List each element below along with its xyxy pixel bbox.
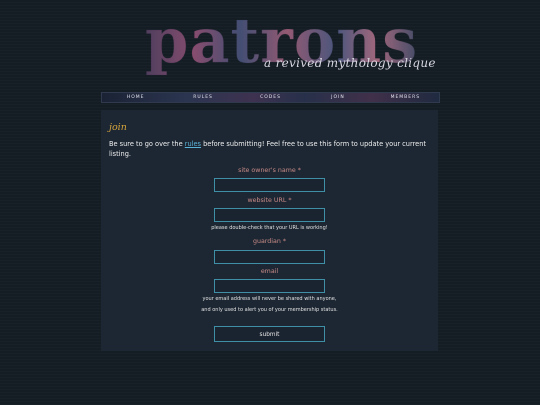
owner-name-input[interactable] — [214, 178, 325, 192]
website-url-input[interactable] — [214, 208, 325, 222]
nav-item-codes[interactable]: codes — [237, 93, 304, 102]
guardian-label-text: guardian — [252, 238, 281, 245]
email-input[interactable] — [214, 279, 325, 293]
intro-before: Be sure to go over the — [109, 140, 185, 148]
main-nav: home rules codes join members — [101, 92, 440, 103]
email-hint-line2: and only used to alert you of your membe… — [201, 307, 338, 313]
nav-item-join[interactable]: join — [304, 93, 371, 102]
nav-item-rules[interactable]: rules — [169, 93, 236, 102]
intro-text: Be sure to go over the rules before subm… — [109, 140, 434, 159]
required-mark: * — [282, 238, 287, 245]
page-title: join — [109, 122, 127, 133]
owner-name-label-text: site owner's name — [238, 167, 296, 174]
guardian-label: guardian * — [101, 238, 438, 245]
required-mark: * — [288, 197, 292, 204]
join-panel: join Be sure to go over the rules before… — [101, 110, 438, 351]
website-url-label-text: website URL — [247, 197, 287, 204]
owner-name-label: site owner's name * — [101, 167, 438, 174]
required-mark: * — [297, 167, 301, 174]
site-header: patrons a revived mythology clique — [0, 0, 540, 88]
email-hint-line1: your email address will never be shared … — [202, 296, 337, 302]
rules-link[interactable]: rules — [185, 140, 201, 148]
email-label: email — [260, 268, 279, 275]
website-url-hint: please double-check that your URL is wor… — [211, 225, 328, 231]
nav-item-home[interactable]: home — [102, 93, 169, 102]
submit-button[interactable]: submit — [214, 326, 325, 342]
nav-item-members[interactable]: members — [372, 93, 439, 102]
guardian-input[interactable] — [214, 250, 325, 264]
website-url-label: website URL * — [101, 197, 438, 204]
site-tagline: a revived mythology clique — [264, 56, 436, 70]
